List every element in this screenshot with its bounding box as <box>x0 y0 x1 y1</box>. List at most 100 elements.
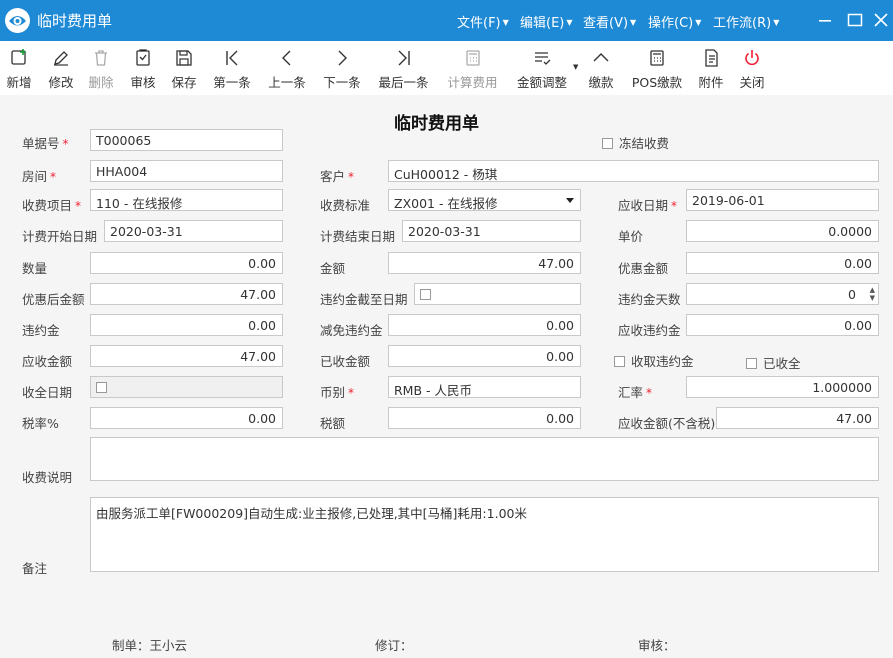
discount-field[interactable]: 0.00 <box>686 252 879 274</box>
menu-view[interactable]: 查看(V) ▼ <box>583 12 636 31</box>
menu-workflow[interactable]: 工作流(R) ▼ <box>713 12 779 31</box>
new-button[interactable]: 新增 <box>5 45 33 91</box>
menu-file[interactable]: 文件(F) ▼ <box>457 12 509 31</box>
delete-button[interactable]: 删除 <box>87 45 115 91</box>
pos-pay-button[interactable]: POS缴款 <box>628 45 686 91</box>
received-field[interactable]: 0.00 <box>388 345 581 367</box>
close-window-icon[interactable] <box>871 10 891 30</box>
bill-no-label: 单据号 * <box>22 136 69 151</box>
receivable-label: 应收金额 <box>22 354 73 369</box>
caret-down-icon: ▼ <box>566 18 573 27</box>
tax-rate-label: 税率% <box>22 416 59 431</box>
caret-down-icon: ▼ <box>695 18 702 27</box>
start-date-field[interactable]: 2020-03-31 <box>104 220 283 242</box>
add-document-icon <box>11 49 26 65</box>
after-discount-label: 优惠后金额 <box>22 292 85 307</box>
amount-adjust-button[interactable]: 金额调整 <box>513 45 571 91</box>
end-date-field[interactable]: 2020-03-31 <box>402 220 581 242</box>
pencil-icon <box>54 51 68 66</box>
adjust-dropdown-caret-icon[interactable]: ▼ <box>573 63 578 71</box>
exchange-rate-field[interactable]: 1.000000 <box>686 376 879 398</box>
fee-description-textarea[interactable] <box>90 437 879 481</box>
fee-standard-select[interactable]: ZX001 - 在线报修 <box>388 189 581 211</box>
window-title: 临时费用单 <box>37 12 113 30</box>
previous-record-button[interactable]: 上一条 <box>266 45 308 91</box>
audit-clipboard-icon <box>136 49 150 66</box>
remark-label: 备注 <box>22 561 48 576</box>
spinner-arrows-icon[interactable]: ▲ ▼ <box>870 286 875 302</box>
menu-operation[interactable]: 操作(C) ▼ <box>648 12 701 31</box>
penalty-days-label: 违约金天数 <box>618 292 681 307</box>
penalty-due-field[interactable]: 0.00 <box>686 314 879 336</box>
tax-label: 税额 <box>320 416 346 431</box>
unit-price-label: 单价 <box>618 229 644 244</box>
start-date-label: 计费开始日期 <box>22 229 98 244</box>
paid-date-field[interactable] <box>90 376 283 398</box>
exchange-rate-label: 汇率 * <box>618 385 653 400</box>
collect-penalty-checkbox[interactable]: 收取违约金 <box>614 351 694 370</box>
due-date-field[interactable]: 2019-06-01 <box>686 189 879 211</box>
tax-field[interactable]: 0.00 <box>388 407 581 429</box>
penalty-waive-field[interactable]: 0.00 <box>388 314 581 336</box>
pos-calculator-icon <box>650 50 664 66</box>
currency-label: 币别 * <box>320 385 355 400</box>
tax-rate-field[interactable]: 0.00 <box>90 407 283 429</box>
room-field[interactable]: HHA004 <box>90 160 283 182</box>
minimize-icon[interactable] <box>815 10 835 30</box>
fee-standard-label: 收费标准 <box>320 198 371 213</box>
caret-down-icon: ▼ <box>630 18 637 27</box>
penalty-field[interactable]: 0.00 <box>90 314 283 336</box>
attachment-button[interactable]: 附件 <box>697 45 725 91</box>
edit-button[interactable]: 修改 <box>47 45 75 91</box>
save-button[interactable]: 保存 <box>170 45 198 91</box>
penalty-to-date-checkbox[interactable] <box>420 289 431 300</box>
maximize-icon[interactable] <box>845 10 865 30</box>
caret-down-icon: ▼ <box>502 18 509 27</box>
penalty-to-date-field[interactable] <box>414 283 581 305</box>
quantity-field[interactable]: 0.00 <box>90 252 283 274</box>
pay-button[interactable]: 缴款 <box>587 45 615 91</box>
auditor-info: 审核： <box>638 638 676 653</box>
currency-field[interactable]: RMB - 人民币 <box>388 376 581 398</box>
next-record-button[interactable]: 下一条 <box>321 45 363 91</box>
last-record-icon <box>398 50 410 66</box>
last-record-button[interactable]: 最后一条 <box>376 45 431 91</box>
penalty-days-stepper[interactable]: 0 ▲ ▼ <box>686 283 879 305</box>
floppy-disk-icon <box>176 50 192 66</box>
end-date-label: 计费结束日期 <box>320 229 396 244</box>
chevron-up-icon <box>593 53 609 62</box>
calculate-fee-button[interactable]: 计算费用 <box>445 45 500 91</box>
menu-edit[interactable]: 编辑(E) ▼ <box>520 12 573 31</box>
first-record-icon <box>226 50 238 66</box>
receivable-field[interactable]: 47.00 <box>90 345 283 367</box>
customer-field[interactable]: CuH00012 - 杨琪 <box>388 160 879 182</box>
audit-button[interactable]: 审核 <box>129 45 157 91</box>
amount-field[interactable]: 47.00 <box>388 252 581 274</box>
first-record-button[interactable]: 第一条 <box>211 45 253 91</box>
penalty-due-label: 应收违约金 <box>618 323 681 338</box>
dropdown-arrow-icon <box>566 198 574 203</box>
remark-textarea[interactable]: 由服务派工单[FW000209]自动生成:业主报修,已处理,其中[马桶]耗用:1… <box>90 497 879 572</box>
amount-label: 金额 <box>320 261 346 276</box>
caret-down-icon: ▼ <box>773 18 780 27</box>
close-button[interactable]: 关闭 <box>738 45 766 91</box>
penalty-label: 违约金 <box>22 323 60 338</box>
bill-no-field[interactable]: T000065 <box>90 129 283 151</box>
customer-label: 客户 * <box>320 169 355 184</box>
unit-price-field[interactable]: 0.0000 <box>686 220 879 242</box>
receivable-ex-tax-field[interactable]: 47.00 <box>716 407 879 429</box>
freeze-checkbox[interactable]: 冻结收费 <box>602 133 669 152</box>
after-discount-field[interactable]: 47.00 <box>90 283 283 305</box>
fee-description-label: 收费说明 <box>22 470 73 485</box>
attachment-document-icon <box>705 49 718 67</box>
toolbar: 新增 修改 删除 审核 保存 第一条 上一条 下一条 最后一条 计算费用 金额调… <box>0 41 893 95</box>
calculator-icon <box>465 50 480 66</box>
due-date-label: 应收日期 * <box>618 198 678 213</box>
trash-icon <box>95 50 107 66</box>
power-icon <box>745 50 759 66</box>
penalty-to-date-label: 违约金截至日期 <box>320 292 408 307</box>
paid-date-checkbox[interactable] <box>96 382 107 393</box>
fee-item-field[interactable]: 110 - 在线报修 <box>90 189 283 211</box>
fully-paid-checkbox[interactable]: 已收全 <box>746 353 801 372</box>
room-label: 房间 * <box>22 169 57 184</box>
